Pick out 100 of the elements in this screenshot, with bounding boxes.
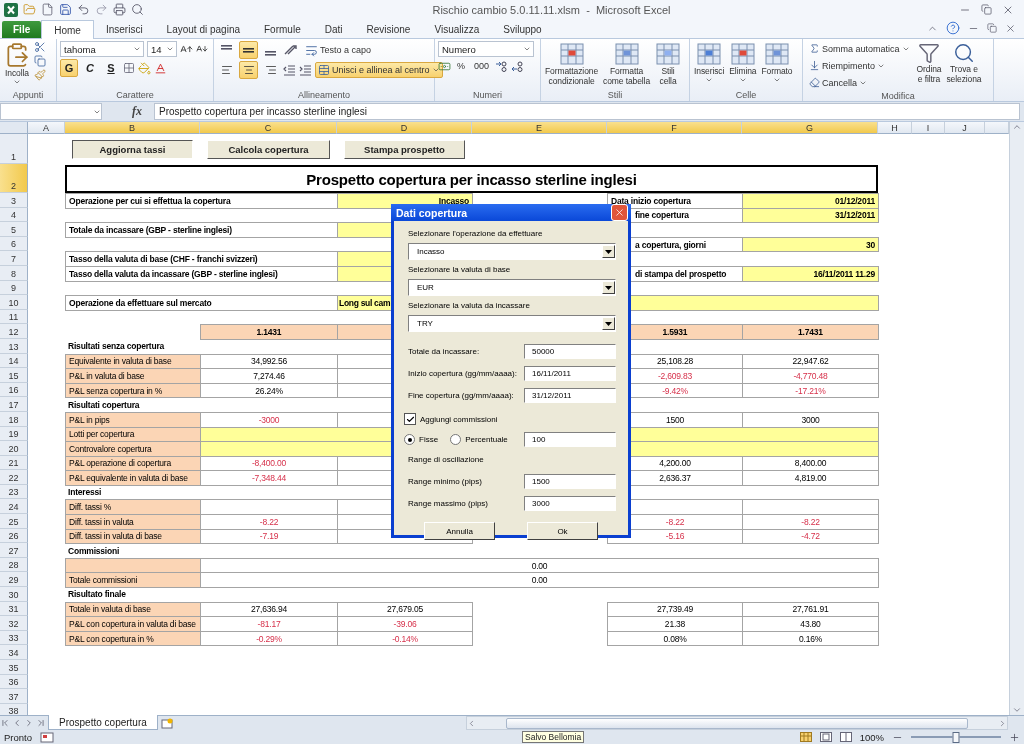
dialog-title: Dati copertura bbox=[396, 206, 468, 219]
column-header[interactable]: F bbox=[607, 122, 742, 134]
row-header[interactable]: 12 bbox=[0, 324, 28, 339]
column-header[interactable]: H bbox=[878, 122, 912, 134]
tooltip: Salvo Bellomia bbox=[522, 731, 585, 743]
input-field[interactable]: 3000 bbox=[524, 496, 616, 511]
row-header[interactable]: 29 bbox=[0, 572, 28, 588]
column-header[interactable]: D bbox=[337, 122, 472, 134]
sheet-cell: P&L in pips bbox=[65, 411, 201, 428]
row-header[interactable]: 22 bbox=[0, 470, 28, 485]
field-label: Totale da incassare: bbox=[408, 347, 480, 356]
ribbon-tab[interactable]: File bbox=[2, 21, 42, 38]
row-header[interactable]: 24 bbox=[0, 499, 28, 515]
sheet-cell: 27,739.49 bbox=[607, 601, 743, 618]
sheet-cell: 1.7431 bbox=[742, 324, 879, 340]
row-header[interactable]: 32 bbox=[0, 616, 28, 631]
field-label: Selezionare la valuta di base bbox=[408, 265, 512, 276]
font-style-button[interactable]: S bbox=[102, 59, 120, 77]
sheet-cell: Equivalente in valuta di base bbox=[65, 353, 201, 370]
styles-button[interactable]: Formattazione condizionale bbox=[544, 41, 600, 87]
sheet-cell: 01/12/2011 bbox=[742, 193, 879, 209]
group-label: Allineamento bbox=[297, 89, 351, 101]
row-header[interactable]: 37 bbox=[0, 689, 28, 704]
input-field[interactable]: 100 bbox=[524, 432, 616, 447]
field-label: Range massimo (pips) bbox=[408, 499, 489, 508]
row-header[interactable]: 10 bbox=[0, 295, 28, 310]
zoom-level[interactable]: 100% bbox=[859, 731, 884, 743]
font-dropdown[interactable]: tahoma bbox=[60, 41, 144, 57]
editing-button[interactable]: Riempimento bbox=[806, 58, 913, 73]
sheet-cell: 27,761.91 bbox=[742, 601, 879, 618]
wrap-text-button[interactable]: Testo a capo bbox=[302, 41, 375, 59]
styles-button[interactable]: Stili cella bbox=[654, 41, 683, 87]
ribbon-tab[interactable]: Revisione bbox=[354, 21, 423, 38]
row-header[interactable]: 15 bbox=[0, 368, 28, 383]
sheet-tab[interactable]: Prospetto copertura bbox=[48, 715, 158, 730]
dialog-button[interactable]: Ok bbox=[527, 522, 598, 540]
ribbon-tab[interactable]: Visualizza bbox=[422, 21, 492, 38]
column-header[interactable]: I bbox=[912, 122, 945, 134]
ribbon-tab[interactable]: Sviluppo bbox=[491, 21, 554, 38]
row-header[interactable]: 27 bbox=[0, 543, 28, 558]
row-header[interactable]: 3 bbox=[0, 193, 28, 208]
input-field[interactable]: 1500 bbox=[524, 474, 616, 489]
column-header[interactable]: G bbox=[742, 122, 878, 134]
column-header[interactable]: A bbox=[28, 122, 65, 134]
macro-button[interactable]: Calcola copertura bbox=[207, 140, 330, 159]
group-label: Carattere bbox=[115, 89, 155, 101]
row-header[interactable]: 35 bbox=[0, 660, 28, 675]
editing-button[interactable]: Somma automatica bbox=[806, 41, 913, 56]
row-header[interactable]: 17 bbox=[0, 397, 28, 412]
row-header[interactable]: 20 bbox=[0, 441, 28, 456]
row-header[interactable]: 7 bbox=[0, 251, 28, 266]
row-header[interactable]: 34 bbox=[0, 645, 28, 660]
editing-button[interactable]: Cancella bbox=[806, 75, 913, 90]
input-field[interactable]: 16/11/2011 bbox=[524, 366, 616, 381]
cells-button[interactable]: Formato bbox=[760, 41, 794, 85]
macro-button[interactable]: Aggiorna tassi bbox=[72, 140, 193, 159]
macro-button[interactable]: Stampa prospetto bbox=[344, 140, 465, 159]
dropdown-field[interactable]: TRY bbox=[408, 315, 616, 332]
cells-button[interactable]: Inserisci bbox=[693, 41, 726, 85]
ribbon-tab[interactable]: Formule bbox=[252, 21, 313, 38]
percent-button[interactable]: % bbox=[454, 59, 468, 73]
input-field[interactable]: 50000 bbox=[524, 344, 616, 359]
row-header[interactable]: 25 bbox=[0, 514, 28, 529]
paste-button[interactable]: Incolla bbox=[3, 41, 31, 87]
column-header[interactable]: B bbox=[65, 122, 200, 134]
field-label: Selezionare l'operazione da effettuare bbox=[408, 229, 544, 240]
section-heading: Interessi bbox=[67, 486, 103, 500]
row-header[interactable]: 5 bbox=[0, 222, 28, 237]
ribbon-tab[interactable]: Dati bbox=[312, 21, 355, 38]
column-header[interactable]: E bbox=[472, 122, 607, 134]
row-header[interactable]: 2 bbox=[0, 164, 28, 193]
font-style-button[interactable]: C bbox=[81, 59, 99, 77]
dropdown-field[interactable]: EUR bbox=[408, 279, 616, 296]
row-header[interactable]: 1 bbox=[0, 134, 28, 164]
column-header[interactable]: C bbox=[200, 122, 337, 134]
find-select-button[interactable]: Trova e seleziona bbox=[945, 41, 983, 85]
row-header[interactable]: 30 bbox=[0, 587, 28, 602]
formula-field[interactable]: Prospetto copertura per incasso sterline inglesi bbox=[154, 103, 1020, 120]
dropdown-field[interactable]: Incasso bbox=[408, 243, 616, 260]
section-heading: Risultati copertura bbox=[67, 398, 141, 412]
number-format-dropdown[interactable]: Numero bbox=[438, 41, 534, 57]
sheet-cell: Data inizio copertura bbox=[607, 193, 743, 209]
font-style-button[interactable]: G bbox=[60, 59, 78, 77]
styles-button[interactable]: Formatta come tabella bbox=[602, 41, 652, 87]
sheet-cell: Totale da incassare (GBP - sterline inglesi) bbox=[65, 222, 338, 238]
ribbon-tab[interactable]: Home bbox=[41, 20, 94, 39]
ribbon-tab[interactable]: Layout di pagina bbox=[154, 21, 252, 38]
column-header[interactable]: J bbox=[945, 122, 985, 134]
dialog-button[interactable]: Annulla bbox=[424, 522, 495, 540]
font-size-dropdown[interactable]: 14 bbox=[147, 41, 177, 57]
input-field[interactable]: 31/12/2011 bbox=[524, 388, 616, 403]
sort-filter-button[interactable]: Ordina e filtra bbox=[915, 41, 943, 85]
thousands-button[interactable]: 000 bbox=[471, 59, 493, 73]
function-label[interactable]: fx bbox=[132, 104, 142, 119]
merge-center-button[interactable]: Unisci e allinea al centro bbox=[315, 62, 443, 78]
cells-button[interactable]: Elimina bbox=[728, 41, 758, 85]
sheet-cell: Totale commissioni bbox=[65, 572, 201, 589]
field-label: Inizio copertura (gg/mm/aaaa): bbox=[408, 369, 517, 378]
sheet-cell: 4,819.00 bbox=[742, 470, 879, 486]
ribbon-tab[interactable]: Inserisci bbox=[93, 21, 155, 38]
